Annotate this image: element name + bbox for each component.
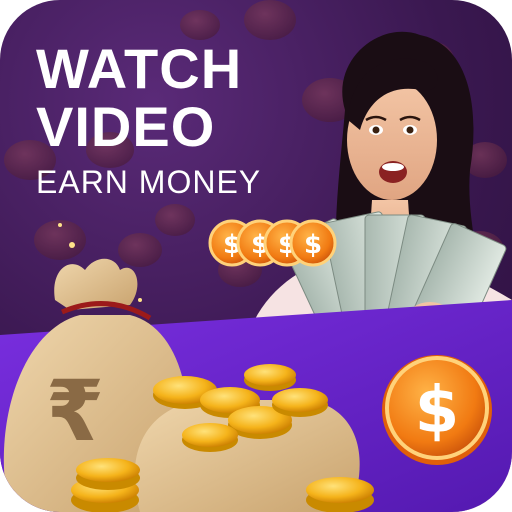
headline-video: VIDEO [36,95,216,158]
app-icon-tile: $ $ $ $ $ ₹ WATCH VIDEO EARN MONEY [0,0,512,512]
coin-row: $ $ $ $ [208,219,337,267]
headline-watch: WATCH [36,37,243,100]
headline: WATCH VIDEO EARN MONEY [36,40,261,202]
coin-stack-bottom-right [306,477,374,512]
big-dollar-coin: $ [382,355,492,465]
dollar-symbol: $ [415,374,460,448]
rupee-symbol: ₹ [46,362,104,460]
coin-dollar-symbol: $ [304,230,322,260]
headline-earn-money: EARN MONEY [36,164,262,200]
coin-stack-bottom-left [71,458,140,512]
